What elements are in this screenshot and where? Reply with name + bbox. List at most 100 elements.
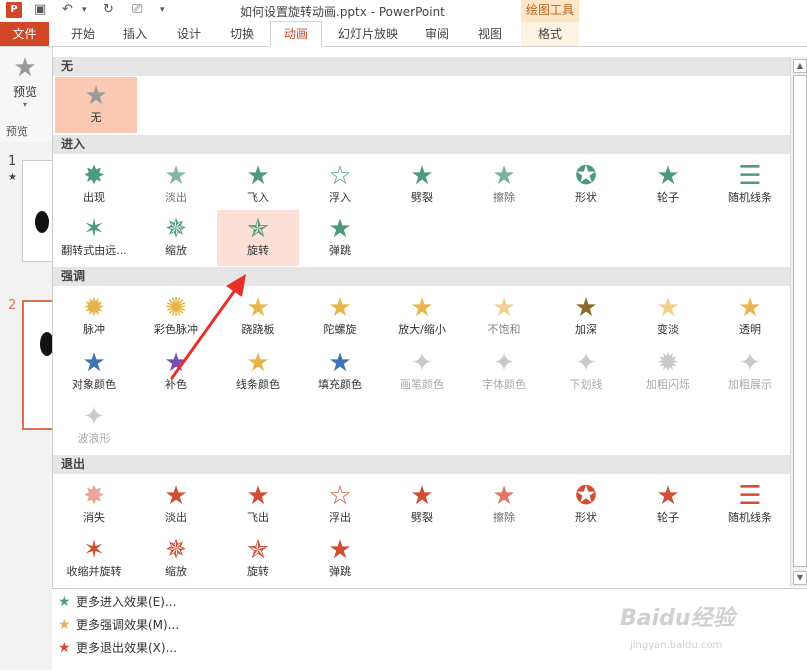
tab-animations[interactable]: 动画: [270, 21, 322, 47]
emphasis-line-color[interactable]: ★ 线条颜色: [217, 344, 299, 400]
exit-zoom[interactable]: ✵ 缩放: [135, 531, 217, 587]
exit-star-icon: ★: [58, 640, 71, 656]
exit-wipe[interactable]: ★ 擦除: [463, 477, 545, 533]
more-entrance-effects[interactable]: ★ 更多进入效果(E)...: [58, 591, 176, 613]
title-bar: P ▣ ↶ ▾ ↻ ⎚ ▾ 如何设置旋转动画.pptx - PowerPoint…: [0, 0, 807, 22]
entrance-zoom[interactable]: ✵ 缩放: [135, 210, 217, 266]
exit-bounce[interactable]: ★ 弹跳: [299, 531, 381, 587]
bold-flash-star-icon: ✹: [657, 348, 679, 378]
entrance-fly-in[interactable]: ★ 飞入: [217, 157, 299, 213]
more-emphasis-effects[interactable]: ★ 更多强调效果(M)...: [58, 614, 179, 636]
start-from-beginning-icon[interactable]: ⎚: [132, 2, 142, 18]
exit-random-bars[interactable]: ☰ 随机线条: [709, 477, 791, 533]
exit-fly-out[interactable]: ★ 飞出: [217, 477, 299, 533]
entrance-split[interactable]: ★ 劈裂: [381, 157, 463, 213]
emphasis-object-color[interactable]: ★ 对象颜色: [53, 344, 135, 400]
random-bars-star-icon: ☰: [738, 161, 762, 191]
emphasis-grow-shrink[interactable]: ★ 放大/缩小: [381, 289, 463, 345]
watermark-logo: Baidu经验: [620, 606, 735, 631]
emphasis-bold-flash: ✹ 加粗闪烁: [627, 344, 709, 400]
exit-fade[interactable]: ★ 淡出: [135, 477, 217, 533]
window-title: 如何设置旋转动画.pptx - PowerPoint: [240, 5, 445, 19]
preview-button[interactable]: ★ 预览 ▾: [2, 53, 48, 113]
split-star-icon: ★: [410, 161, 434, 191]
watermark-url: jingyan.baidu.com: [630, 640, 723, 651]
exit-float-out[interactable]: ☆ 浮出: [299, 477, 381, 533]
emphasis-pulse[interactable]: ✹ 脉冲: [53, 289, 135, 345]
emphasis-darken[interactable]: ★ 加深: [545, 289, 627, 345]
entrance-random-bars[interactable]: ☰ 随机线条: [709, 157, 791, 213]
drawing-tools-context-label: 绘图工具: [521, 0, 579, 22]
more-exit-effects[interactable]: ★ 更多退出效果(X)...: [58, 637, 177, 659]
tab-file[interactable]: 文件: [0, 22, 49, 46]
exit-split[interactable]: ★ 劈裂: [381, 477, 463, 533]
disappear-star-icon: ✸: [83, 481, 105, 511]
entrance-grow-turn[interactable]: ✶ 翻转式由远...: [53, 210, 135, 266]
slide-thumbnails-pane: 1 ★ 2: [0, 142, 56, 670]
pulse-star-icon: ✹: [83, 293, 105, 323]
bounce-star-icon: ★: [328, 214, 352, 244]
ribbon-tabs: 文件 开始 插入 设计 切换 动画 幻灯片放映 审阅 视图 格式: [0, 21, 807, 47]
emphasis-lighten[interactable]: ★ 变淡: [627, 289, 709, 345]
tab-insert[interactable]: 插入: [110, 22, 160, 46]
exit-spin[interactable]: ✯ 旋转: [217, 531, 299, 587]
emphasis-desaturate[interactable]: ★ 不饱和: [463, 289, 545, 345]
redo-icon[interactable]: ↻: [103, 2, 114, 18]
preview-button-label: 预览: [12, 85, 37, 99]
tab-view[interactable]: 视图: [465, 22, 515, 46]
entrance-float-in[interactable]: ☆ 浮入: [299, 157, 381, 213]
grow-turn-star-icon: ✶: [83, 214, 105, 244]
star-icon: ★: [84, 81, 108, 111]
effect-none[interactable]: ★ 无: [55, 77, 137, 133]
entrance-fade[interactable]: ★ 淡出: [135, 157, 217, 213]
scroll-up-icon[interactable]: ▲: [793, 59, 807, 73]
emphasis-wave: ✦ 波浪形: [53, 398, 135, 454]
slide-thumbnail-2[interactable]: [22, 300, 56, 430]
teeter-star-icon: ★: [246, 293, 270, 323]
slide-thumbnail-1[interactable]: [22, 160, 54, 262]
zoom-out-star-icon: ✵: [165, 535, 187, 565]
lighten-star-icon: ★: [656, 293, 680, 323]
emphasis-teeter[interactable]: ★ 跷跷板: [217, 289, 299, 345]
exit-disappear[interactable]: ✸ 消失: [53, 477, 135, 533]
emphasis-underline: ✦ 下划线: [545, 344, 627, 400]
wheel-out-star-icon: ★: [656, 481, 680, 511]
save-icon[interactable]: ▣: [34, 2, 46, 18]
emphasis-spin[interactable]: ★ 陀螺旋: [299, 289, 381, 345]
fly-in-star-icon: ★: [246, 161, 270, 191]
exit-shape[interactable]: ✪ 形状: [545, 477, 627, 533]
entrance-wipe[interactable]: ★ 擦除: [463, 157, 545, 213]
tab-format[interactable]: 格式: [521, 22, 579, 46]
split-out-star-icon: ★: [410, 481, 434, 511]
undo-dropdown-icon[interactable]: ▾: [82, 2, 87, 18]
emphasis-complementary-color[interactable]: ★ 补色: [135, 344, 217, 400]
shape-out-star-icon: ✪: [575, 481, 597, 511]
entrance-wheel[interactable]: ★ 轮子: [627, 157, 709, 213]
tab-design[interactable]: 设计: [164, 22, 214, 46]
tab-review[interactable]: 审阅: [412, 22, 462, 46]
entrance-bounce[interactable]: ★ 弹跳: [299, 210, 381, 266]
exit-wheel[interactable]: ★ 轮子: [627, 477, 709, 533]
entrance-appear[interactable]: ✸ 出现: [53, 157, 135, 213]
slide-number: 1: [8, 154, 17, 169]
brush-color-star-icon: ✦: [411, 348, 433, 378]
tab-slideshow[interactable]: 幻灯片放映: [330, 22, 406, 46]
undo-icon[interactable]: ↶: [62, 2, 73, 18]
tab-home[interactable]: 开始: [58, 22, 108, 46]
scrollbar-thumb[interactable]: [793, 75, 807, 567]
gallery-scrollbar[interactable]: ▲ ▼: [790, 57, 807, 587]
entrance-shape[interactable]: ✪ 形状: [545, 157, 627, 213]
section-entrance-header: 进入: [53, 135, 791, 154]
entrance-spin[interactable]: ✯ 旋转: [217, 210, 299, 266]
tab-transitions[interactable]: 切换: [217, 22, 267, 46]
customize-toolbar-icon[interactable]: ▾: [160, 2, 165, 18]
emphasis-color-pulse[interactable]: ✺ 彩色脉冲: [135, 289, 217, 345]
exit-shrink-turn[interactable]: ✶ 收缩并旋转: [53, 531, 135, 587]
scroll-down-icon[interactable]: ▼: [793, 571, 807, 585]
slide-shape: [35, 211, 49, 233]
emphasis-transparency[interactable]: ★ 透明: [709, 289, 791, 345]
emphasis-fill-color[interactable]: ★ 填充颜色: [299, 344, 381, 400]
underline-star-icon: ✦: [575, 348, 597, 378]
fly-out-star-icon: ★: [246, 481, 270, 511]
spin-out-star-icon: ✯: [247, 535, 269, 565]
